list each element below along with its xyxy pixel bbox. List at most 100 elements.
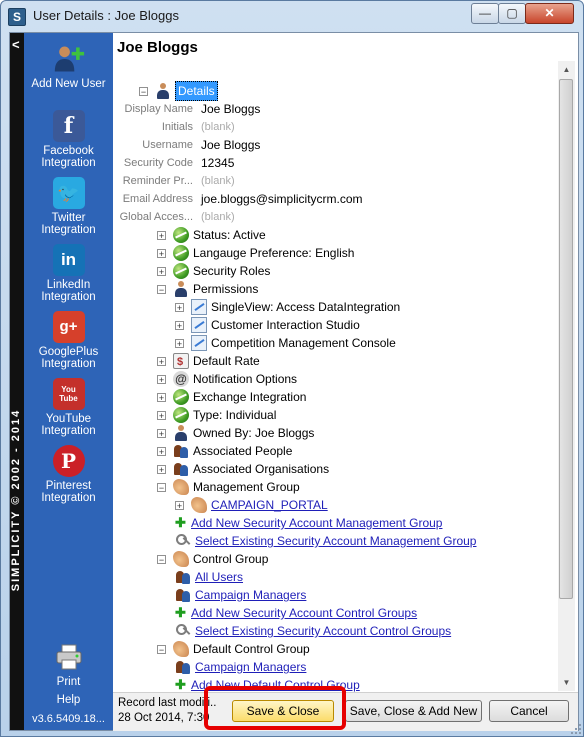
tree-node[interactable]: + Associated People (157, 442, 292, 460)
expand-toggle[interactable]: + (157, 356, 166, 366)
scrollbar-thumb[interactable] (559, 79, 573, 599)
tree-node[interactable]: + Competition Management Console (175, 334, 396, 352)
sidebar-item-googleplus[interactable]: g+ GooglePlus Integration (24, 311, 113, 370)
tree-node[interactable]: ✚ Add New Security Account Control Groups (175, 604, 417, 622)
tree-node-link[interactable]: Campaign Managers (195, 658, 306, 676)
collapse-toggle[interactable]: − (157, 644, 166, 654)
tree-node-link[interactable]: Select Existing Security Account Managem… (195, 532, 476, 550)
tree-node[interactable]: − Management Group (157, 478, 300, 496)
collapse-toggle[interactable]: − (157, 554, 166, 564)
help-link[interactable]: Help (24, 694, 113, 706)
sidebar-item-twitter[interactable]: 🐦 Twitter Integration (24, 177, 113, 236)
collapse-sidebar-icon[interactable]: < (12, 37, 20, 52)
tree-node[interactable]: All Users (175, 568, 243, 586)
tree-node[interactable]: + Security Roles (157, 262, 270, 280)
sidebar-item-youtube[interactable]: You Tube YouTube Integration (24, 378, 113, 437)
sidebar-item-linkedin[interactable]: in LinkedIn Integration (24, 244, 113, 303)
sidebar-item-add-new-user[interactable]: Add New User (24, 43, 113, 90)
tree-node-link[interactable]: All Users (195, 568, 243, 586)
expand-toggle[interactable]: + (157, 410, 166, 420)
scroll-up-arrow-icon[interactable]: ▲ (558, 61, 575, 78)
expand-toggle[interactable]: + (157, 428, 166, 438)
cancel-button[interactable]: Cancel (489, 700, 569, 722)
tree-node[interactable]: + Exchange Integration (157, 388, 306, 406)
expand-toggle[interactable]: + (175, 302, 184, 312)
sidebar-item-print[interactable]: Print Help (24, 641, 113, 706)
tree-node-link[interactable]: CAMPAIGN_PORTAL (211, 496, 328, 514)
version-label: v3.6.5409.18... (32, 713, 105, 725)
property-value[interactable]: 12345 (201, 154, 234, 172)
tree-node[interactable]: ✚ Add New Security Account Management Gro… (175, 514, 442, 532)
tree-node[interactable]: Select Existing Security Account Control… (175, 622, 451, 640)
tree-node[interactable]: + Associated Organisations (157, 460, 329, 478)
expand-toggle[interactable]: + (157, 248, 166, 258)
tree-node[interactable]: + @ Notification Options (157, 370, 297, 388)
tree-node-label: Langauge Preference: English (193, 246, 355, 260)
expand-toggle[interactable]: + (175, 500, 184, 510)
tree-node-link[interactable]: Select Existing Security Account Control… (195, 622, 451, 640)
expand-toggle[interactable]: + (157, 464, 166, 474)
youtube-icon-text-top: You (61, 385, 76, 394)
tree-node-label: Permissions (193, 282, 259, 296)
sidebar-item-pinterest[interactable]: P Pinterest Integration (24, 445, 113, 504)
expand-toggle[interactable]: + (175, 320, 184, 330)
tree-node[interactable]: + Langauge Preference: English (157, 244, 354, 262)
close-button[interactable]: ✕ (525, 3, 574, 24)
tree-node[interactable]: + Owned By: Joe Bloggs (157, 424, 314, 442)
tree-node-label: Exchange Integration (193, 390, 307, 404)
property-value[interactable]: Joe Bloggs (201, 100, 260, 118)
expand-toggle[interactable]: + (175, 338, 184, 348)
collapse-toggle[interactable]: − (157, 482, 166, 492)
tree-node-link[interactable]: Add New Security Account Management Grou… (191, 514, 442, 532)
tree-node[interactable]: + Type: Individual (157, 406, 276, 424)
tree-node-label: Status: Active (193, 228, 266, 242)
minimize-button[interactable]: — (471, 3, 499, 24)
tree-node[interactable]: + Customer Interaction Studio (175, 316, 360, 334)
tree-node-link[interactable]: Campaign Managers (195, 586, 306, 604)
sidebar-item-label: Print (56, 676, 81, 688)
expand-toggle[interactable]: + (157, 392, 166, 402)
tree-node[interactable]: − Control Group (157, 550, 268, 568)
permission-chart-icon (191, 317, 207, 333)
tree-node[interactable]: − Default Control Group (157, 640, 310, 658)
save-close-button[interactable]: Save & Close (232, 700, 334, 722)
sidebar-item-facebook[interactable]: f Facebook Integration (24, 110, 113, 169)
tree-node[interactable]: + Status: Active (157, 226, 266, 244)
tree-node[interactable]: + SingleView: Access DataIntegration (175, 298, 400, 316)
permission-chart-icon (191, 335, 207, 351)
property-value[interactable]: Joe Bloggs (201, 136, 260, 154)
expand-toggle[interactable]: + (157, 446, 166, 456)
page-title: Joe Bloggs (117, 39, 198, 56)
vertical-scrollbar[interactable]: ▲ ▼ (558, 61, 575, 691)
expand-toggle[interactable]: + (157, 266, 166, 276)
property-value[interactable]: (blank) (201, 118, 235, 136)
tree-node[interactable]: Select Existing Security Account Managem… (175, 532, 476, 550)
tree-node-link[interactable]: Add New Security Account Control Groups (191, 604, 417, 622)
tree-node[interactable]: Campaign Managers (175, 658, 306, 676)
tree-node-details[interactable]: − Details (139, 81, 218, 101)
rate-icon (173, 353, 189, 371)
scroll-down-arrow-icon[interactable]: ▼ (558, 674, 575, 691)
expand-toggle[interactable]: + (157, 230, 166, 240)
property-value[interactable]: (blank) (201, 208, 235, 226)
tree-node-label: Management Group (193, 480, 300, 494)
tree-node[interactable]: + Default Rate (157, 352, 260, 371)
status-globe-icon (173, 407, 189, 423)
maximize-button[interactable]: ▢ (498, 3, 526, 24)
tree-node[interactable]: + CAMPAIGN_PORTAL (175, 496, 328, 514)
save-close-add-new-button[interactable]: Save, Close & Add New (345, 700, 482, 722)
brand-strip: < SIMPLICITY © 2002 - 2014 (10, 33, 24, 730)
tree-node[interactable]: − Permissions (157, 280, 258, 298)
collapse-toggle[interactable]: − (157, 284, 166, 294)
status-globe-icon (173, 245, 189, 261)
collapse-toggle[interactable]: − (139, 86, 148, 96)
tree-node[interactable]: Campaign Managers (175, 586, 306, 604)
resize-grip-icon[interactable] (570, 723, 582, 735)
tree-node[interactable]: ✚ Add New Default Control Group (175, 676, 360, 693)
tree-node-link[interactable]: Add New Default Control Group (191, 676, 360, 693)
property-value[interactable]: (blank) (201, 172, 235, 190)
title-bar[interactable]: S User Details : Joe Bloggs — ▢ ✕ (1, 1, 583, 31)
group-icon (175, 659, 191, 675)
expand-toggle[interactable]: + (157, 374, 166, 384)
property-value[interactable]: joe.bloggs@simplicitycrm.com (201, 190, 363, 208)
